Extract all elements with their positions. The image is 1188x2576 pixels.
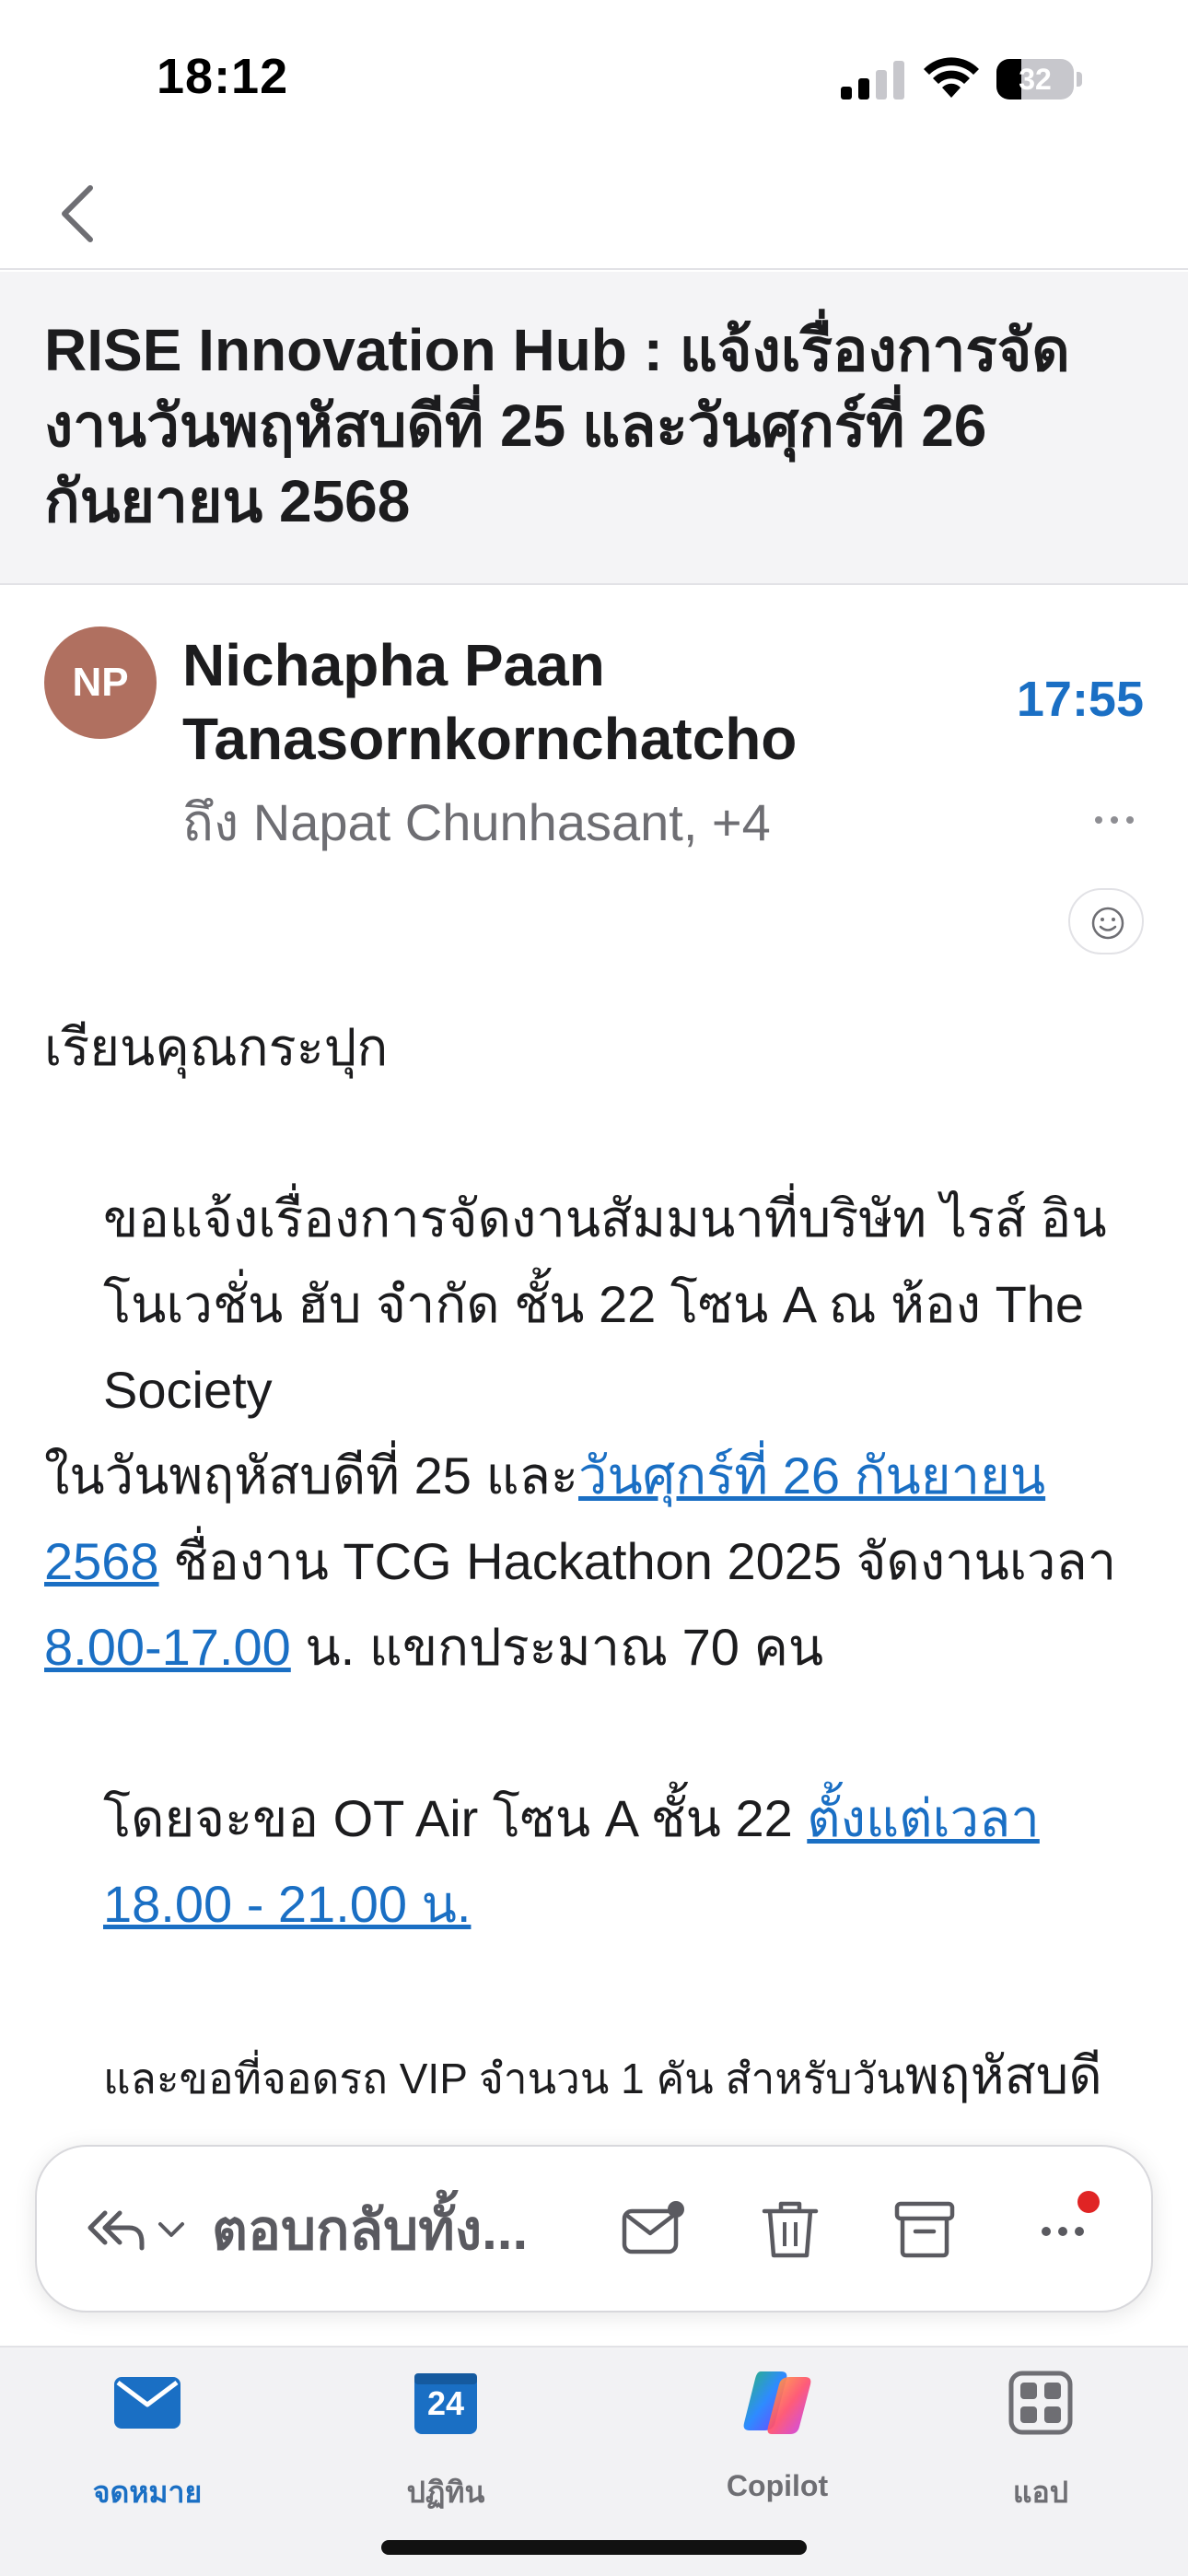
- email-subject: RISE Innovation Hub : แจ้งเรื่องการจัดงา…: [44, 317, 1070, 534]
- tab-mail[interactable]: จดหมาย: [37, 2366, 258, 2513]
- battery-icon: 32: [996, 59, 1082, 100]
- sender-name[interactable]: Nichapha Paan Tanasornkornchatcho: [182, 628, 974, 776]
- chevron-left-icon[interactable]: [46, 177, 111, 251]
- reply-all-button[interactable]: ตอบกลับทั้ง...: [212, 2198, 528, 2263]
- home-indicator: [381, 2540, 807, 2555]
- email-body: เรียนคุณกระปุก ขอแจ้งเรื่องการจัดงานสัมม…: [44, 1004, 1149, 2122]
- sent-time: 17:55: [1016, 672, 1144, 727]
- avatar[interactable]: NP: [44, 626, 157, 739]
- more-options-icon[interactable]: [1091, 802, 1137, 838]
- email-action-bar: ตอบกลับทั้ง...: [35, 2145, 1153, 2313]
- apps-grid-icon: [1008, 2371, 1073, 2435]
- chevron-down-icon[interactable]: [155, 2215, 188, 2246]
- paragraph-3-text-large: พฤหัสบดี: [904, 2046, 1102, 2104]
- tab-calendar-label: ปฏิทิน: [406, 2476, 485, 2509]
- tab-copilot-label: Copilot: [726, 2469, 829, 2502]
- calendar-day: 24: [426, 2384, 465, 2422]
- tab-apps-label: แอป: [1012, 2476, 1069, 2509]
- tab-calendar[interactable]: 24 ปฏิทิน: [335, 2366, 556, 2513]
- tab-copilot[interactable]: Copilot: [667, 2366, 888, 2513]
- battery-percent: 32: [1019, 63, 1052, 96]
- body-paragraph-3: และขอที่จอดรถ VIP จำนวน 1 คัน สำหรับวันพ…: [44, 2032, 1149, 2122]
- paragraph-1-text-a: ขอแจ้งเรื่องการจัดงานสัมมนาที่บริษัท ไรส…: [103, 1189, 1107, 1419]
- reply-all-icon[interactable]: [83, 2202, 147, 2257]
- nav-bar: [0, 138, 1188, 270]
- notification-dot: [1077, 2191, 1100, 2213]
- paragraph-3-text-small: และขอที่จอดรถ VIP จำนวน 1 คัน สำหรับวัน: [103, 2055, 905, 2102]
- calendar-icon: 24: [409, 2366, 483, 2440]
- status-bar: 18:12 32: [0, 0, 1188, 138]
- archive-icon[interactable]: [890, 2195, 960, 2265]
- cellular-signal-icon: [841, 61, 904, 100]
- mail-icon: [114, 2377, 181, 2429]
- subject-header: RISE Innovation Hub : แจ้งเรื่องการจัดงา…: [0, 272, 1188, 585]
- paragraph-1-text-c: ชื่องาน TCG Hackathon 2025 จัดงานเวลา: [158, 1532, 1117, 1590]
- paragraph-2-text: โดยจะขอ OT Air โซน A ชั้น 22: [103, 1789, 808, 1847]
- body-paragraph-1-cont: ในวันพฤหัสบดีที่ 25 และวันศุกร์ที่ 26 กั…: [44, 1433, 1149, 1690]
- status-time: 18:12: [157, 49, 289, 104]
- reaction-button[interactable]: [1068, 888, 1144, 954]
- body-paragraph-2: โดยจะขอ OT Air โซน A ชั้น 22 ตั้งแต่เวลา…: [44, 1775, 1149, 1947]
- paragraph-1-text-b: ในวันพฤหัสบดีที่ 25 และ: [44, 1446, 578, 1505]
- greeting: เรียนคุณกระปุก: [44, 1018, 389, 1076]
- tab-mail-label: จดหมาย: [92, 2476, 203, 2509]
- paragraph-1-text-d: น. แขกประมาณ 70 คน: [290, 1618, 824, 1676]
- wifi-icon: [924, 57, 979, 98]
- recipients[interactable]: ถึง Napat Chunhasant, +4: [182, 790, 1011, 855]
- body-paragraph-1: ขอแจ้งเรื่องการจัดงานสัมมนาที่บริษัท ไรส…: [44, 1176, 1149, 1433]
- mark-unread-icon[interactable]: [619, 2195, 689, 2265]
- trash-icon[interactable]: [755, 2195, 825, 2265]
- time-link[interactable]: 8.00-17.00: [44, 1618, 291, 1676]
- smiley-icon: [1091, 907, 1124, 940]
- tab-apps[interactable]: แอป: [930, 2366, 1151, 2513]
- copilot-icon: [743, 2371, 811, 2434]
